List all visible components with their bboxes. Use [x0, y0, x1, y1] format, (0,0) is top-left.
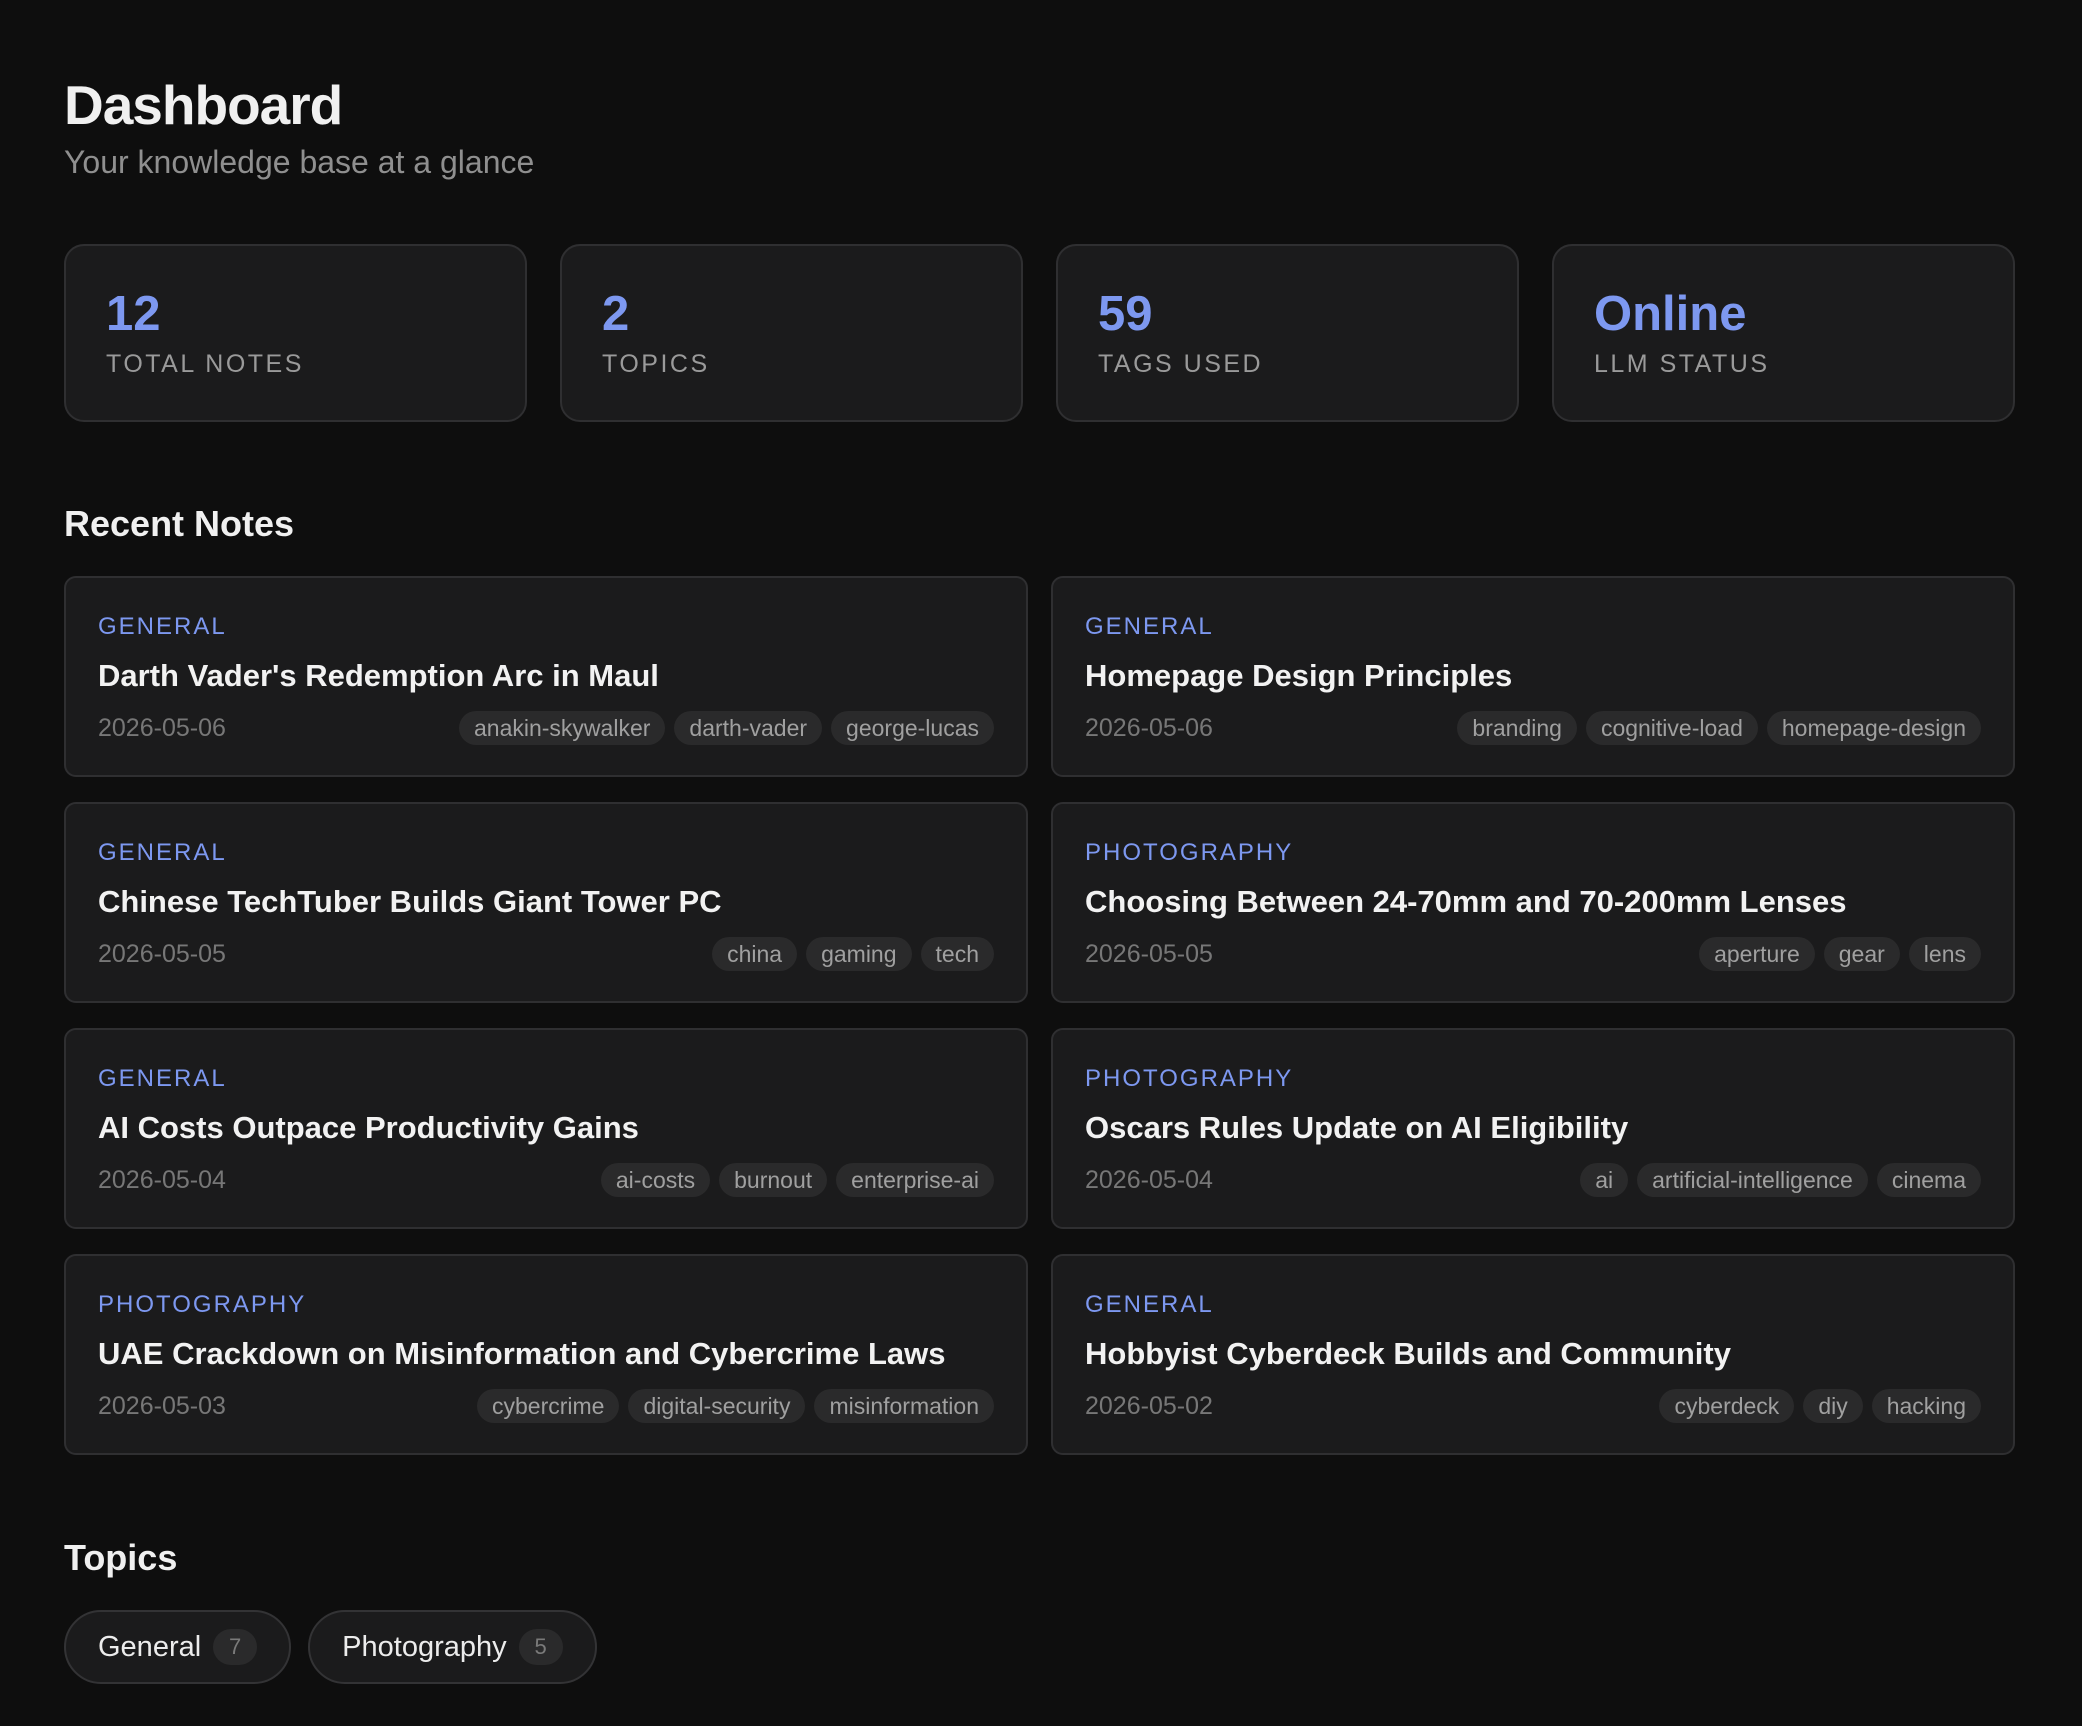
stat-label: TOTAL NOTES — [106, 350, 304, 378]
stats-row: 12 TOTAL NOTES 2 TOPICS 59 TAGS USED Onl… — [64, 244, 2015, 422]
tag-chip[interactable]: gear — [1823, 937, 1900, 971]
topics-list: General 7 Photography 5 — [64, 1610, 597, 1684]
tag-chip[interactable]: lens — [1908, 937, 1981, 971]
tag-chip[interactable]: george-lucas — [831, 711, 994, 745]
note-topic: PHOTOGRAPHY — [1085, 839, 1294, 866]
tag-chip[interactable]: cyberdeck — [1659, 1389, 1795, 1423]
topic-chip-photography[interactable]: Photography 5 — [308, 1610, 597, 1684]
note-date: 2026-05-06 — [98, 714, 226, 742]
page-subtitle: Your knowledge base at a glance — [64, 144, 535, 180]
topics-heading: Topics — [64, 1537, 178, 1578]
stat-value: 2 — [602, 287, 630, 341]
stat-card-tags-used: 59 TAGS USED — [1056, 244, 1519, 422]
note-topic: GENERAL — [1085, 1291, 1214, 1318]
stat-value: 12 — [106, 287, 161, 341]
note-date: 2026-05-03 — [98, 1392, 226, 1420]
topic-name: Photography — [342, 1630, 507, 1663]
note-date: 2026-05-04 — [98, 1166, 226, 1194]
tag-chip[interactable]: cybercrime — [476, 1389, 620, 1423]
stat-label: TOPICS — [602, 350, 710, 378]
tag-chip[interactable]: cognitive-load — [1585, 711, 1758, 745]
note-card[interactable]: PHOTOGRAPHY Choosing Between 24-70mm and … — [1051, 802, 2015, 1003]
recent-notes-heading: Recent Notes — [64, 503, 295, 544]
note-title[interactable]: Darth Vader's Redemption Arc in Maul — [98, 657, 659, 695]
note-title[interactable]: Oscars Rules Update on AI Eligibility — [1085, 1109, 1628, 1147]
note-title[interactable]: UAE Crackdown on Misinformation and Cybe… — [98, 1335, 946, 1373]
tag-chip[interactable]: diy — [1803, 1389, 1863, 1423]
topic-count-badge: 7 — [213, 1629, 258, 1665]
tag-chip[interactable]: branding — [1457, 711, 1577, 745]
note-topic: GENERAL — [98, 613, 227, 640]
recent-notes-grid: GENERAL Darth Vader's Redemption Arc in M… — [64, 576, 2015, 1455]
tag-chip[interactable]: ai-costs — [600, 1163, 711, 1197]
note-tags: china gaming tech — [712, 937, 994, 971]
tag-chip[interactable]: enterprise-ai — [836, 1163, 994, 1197]
stat-card-llm-status: Online LLM STATUS — [1552, 244, 2015, 422]
topic-count-badge: 5 — [518, 1629, 563, 1665]
note-title[interactable]: Choosing Between 24-70mm and 70-200mm Le… — [1085, 883, 1846, 921]
note-topic: PHOTOGRAPHY — [98, 1291, 307, 1318]
stat-value: Online — [1594, 287, 1747, 341]
tag-chip[interactable]: gaming — [806, 937, 912, 971]
tag-chip[interactable]: ai — [1580, 1163, 1629, 1197]
note-tags: branding cognitive-load homepage-design — [1457, 711, 1981, 745]
tag-chip[interactable]: aperture — [1699, 937, 1815, 971]
note-date: 2026-05-04 — [1085, 1166, 1213, 1194]
note-card[interactable]: GENERAL Homepage Design Principles 2026-05… — [1051, 576, 2015, 777]
tag-chip[interactable]: china — [712, 937, 798, 971]
note-tags: cyberdeck diy hacking — [1659, 1389, 1981, 1423]
note-date: 2026-05-02 — [1085, 1392, 1213, 1420]
tag-chip[interactable]: digital-security — [628, 1389, 806, 1423]
page-title: Dashboard — [64, 74, 343, 136]
topic-name: General — [98, 1630, 202, 1663]
note-topic: GENERAL — [98, 839, 227, 866]
note-title[interactable]: Chinese TechTuber Builds Giant Tower PC — [98, 883, 722, 921]
tag-chip[interactable]: burnout — [719, 1163, 828, 1197]
note-date: 2026-05-05 — [98, 940, 226, 968]
note-date: 2026-05-06 — [1085, 714, 1213, 742]
note-topic: GENERAL — [98, 1065, 227, 1092]
note-tags: aperture gear lens — [1699, 937, 1981, 971]
note-title[interactable]: Hobbyist Cyberdeck Builds and Community — [1085, 1335, 1731, 1373]
tag-chip[interactable]: homepage-design — [1766, 711, 1981, 745]
stat-value: 59 — [1098, 287, 1153, 341]
stat-label: LLM STATUS — [1594, 350, 1770, 378]
note-card[interactable]: GENERAL Darth Vader's Redemption Arc in M… — [64, 576, 1028, 777]
note-card[interactable]: GENERAL Hobbyist Cyberdeck Builds and Com… — [1051, 1254, 2015, 1455]
note-title[interactable]: Homepage Design Principles — [1085, 657, 1512, 695]
tag-chip[interactable]: tech — [920, 937, 994, 971]
topic-chip-general[interactable]: General 7 — [64, 1610, 292, 1684]
tag-chip[interactable]: misinformation — [814, 1389, 994, 1423]
note-card[interactable]: PHOTOGRAPHY Oscars Rules Update on AI Eli… — [1051, 1028, 2015, 1229]
stat-card-topics: 2 TOPICS — [560, 244, 1023, 422]
tag-chip[interactable]: darth-vader — [674, 711, 823, 745]
tag-chip[interactable]: artificial-intelligence — [1637, 1163, 1868, 1197]
tag-chip[interactable]: cinema — [1876, 1163, 1981, 1197]
note-tags: anakin-skywalker darth-vader george-lucas — [459, 711, 994, 745]
note-date: 2026-05-05 — [1085, 940, 1213, 968]
stat-card-total-notes: 12 TOTAL NOTES — [64, 244, 527, 422]
note-topic: GENERAL — [1085, 613, 1214, 640]
note-card[interactable]: PHOTOGRAPHY UAE Crackdown on Misinformati… — [64, 1254, 1028, 1455]
tag-chip[interactable]: anakin-skywalker — [459, 711, 666, 745]
note-tags: ai artificial-intelligence cinema — [1580, 1163, 1981, 1197]
note-tags: ai-costs burnout enterprise-ai — [600, 1163, 994, 1197]
note-card[interactable]: GENERAL AI Costs Outpace Productivity Gai… — [64, 1028, 1028, 1229]
stat-label: TAGS USED — [1098, 350, 1264, 378]
note-tags: cybercrime digital-security misinformation — [476, 1389, 994, 1423]
tag-chip[interactable]: hacking — [1871, 1389, 1981, 1423]
note-topic: PHOTOGRAPHY — [1085, 1065, 1294, 1092]
note-card[interactable]: GENERAL Chinese TechTuber Builds Giant To… — [64, 802, 1028, 1003]
note-title[interactable]: AI Costs Outpace Productivity Gains — [98, 1109, 639, 1147]
